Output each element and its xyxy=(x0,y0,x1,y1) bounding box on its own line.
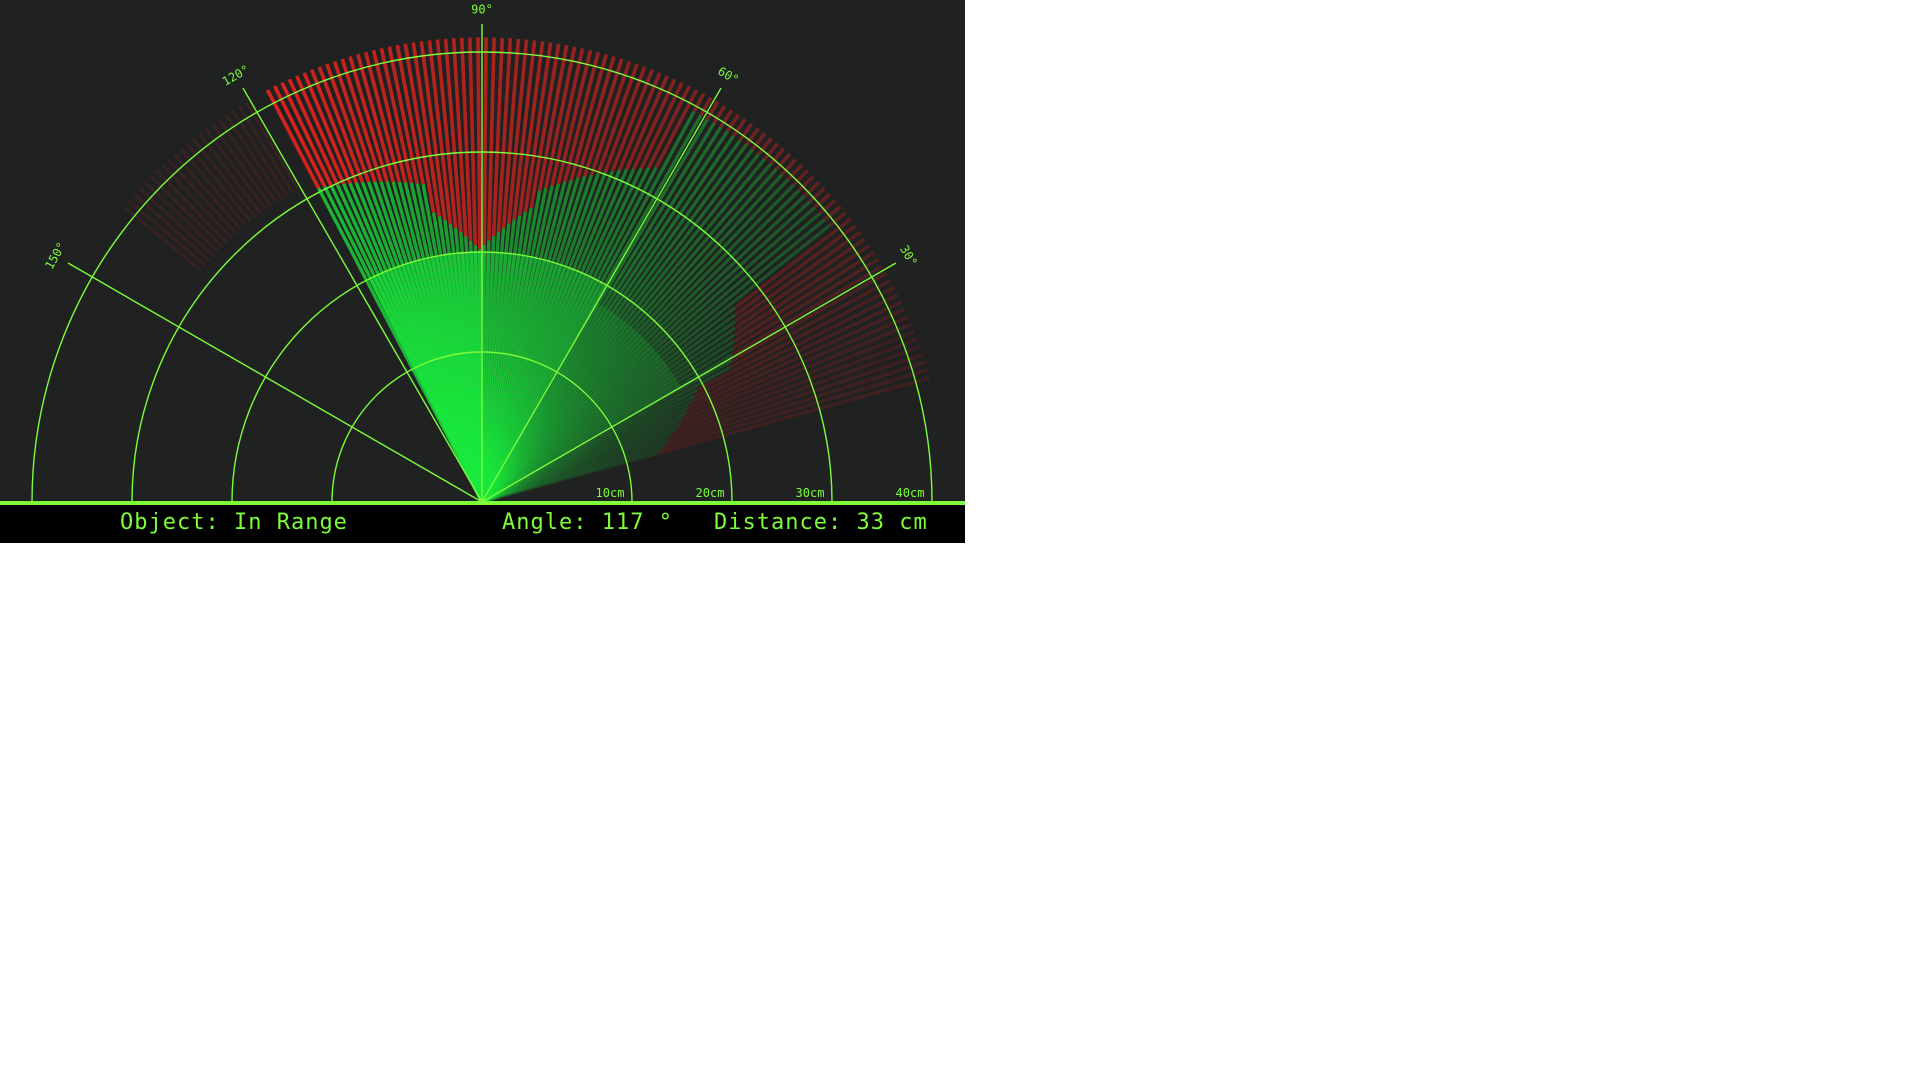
sweep-beam xyxy=(368,252,482,502)
angle-label: 30° xyxy=(897,243,920,269)
angle-label: 120° xyxy=(220,62,252,89)
angle-readout: Angle: 117 ° xyxy=(502,510,673,535)
radar-grid xyxy=(0,24,965,503)
object-ray xyxy=(699,96,713,117)
distance-unit: cm xyxy=(899,510,928,535)
status-bar: Object: In Range Angle: 117 ° Distance: … xyxy=(0,503,965,543)
angle-label: 150° xyxy=(42,240,69,272)
distance-readout: Distance: 33 cm xyxy=(714,510,928,535)
angle-unit: ° xyxy=(658,510,673,535)
range-label: 20cm xyxy=(696,486,725,500)
range-label: 10cm xyxy=(596,486,625,500)
distance-value: 33 xyxy=(856,510,885,535)
object-ray xyxy=(482,37,488,245)
range-label: 30cm xyxy=(796,486,825,500)
sweep-history xyxy=(122,37,931,503)
range-label: 40cm xyxy=(896,486,925,500)
angle-value: 117 xyxy=(601,510,645,535)
radar-display: 30° 60° 90° 120° 150° 10cm 20cm 30cm 40cm Object… xyxy=(0,0,965,543)
object-status: Object: In Range xyxy=(120,510,348,535)
object-ray xyxy=(529,43,561,209)
distance-label: Distance: xyxy=(714,510,843,535)
object-ray xyxy=(476,37,482,250)
angle-label: Angle: xyxy=(502,510,588,535)
radar-screen: 30° 60° 90° 120° 150° 10cm 20cm 30cm 40cm xyxy=(0,3,965,503)
angle-label: 60° xyxy=(715,64,741,87)
object-value: In Range xyxy=(233,510,348,535)
angle-label: 90° xyxy=(471,3,493,17)
object-label: Object: xyxy=(120,510,220,535)
